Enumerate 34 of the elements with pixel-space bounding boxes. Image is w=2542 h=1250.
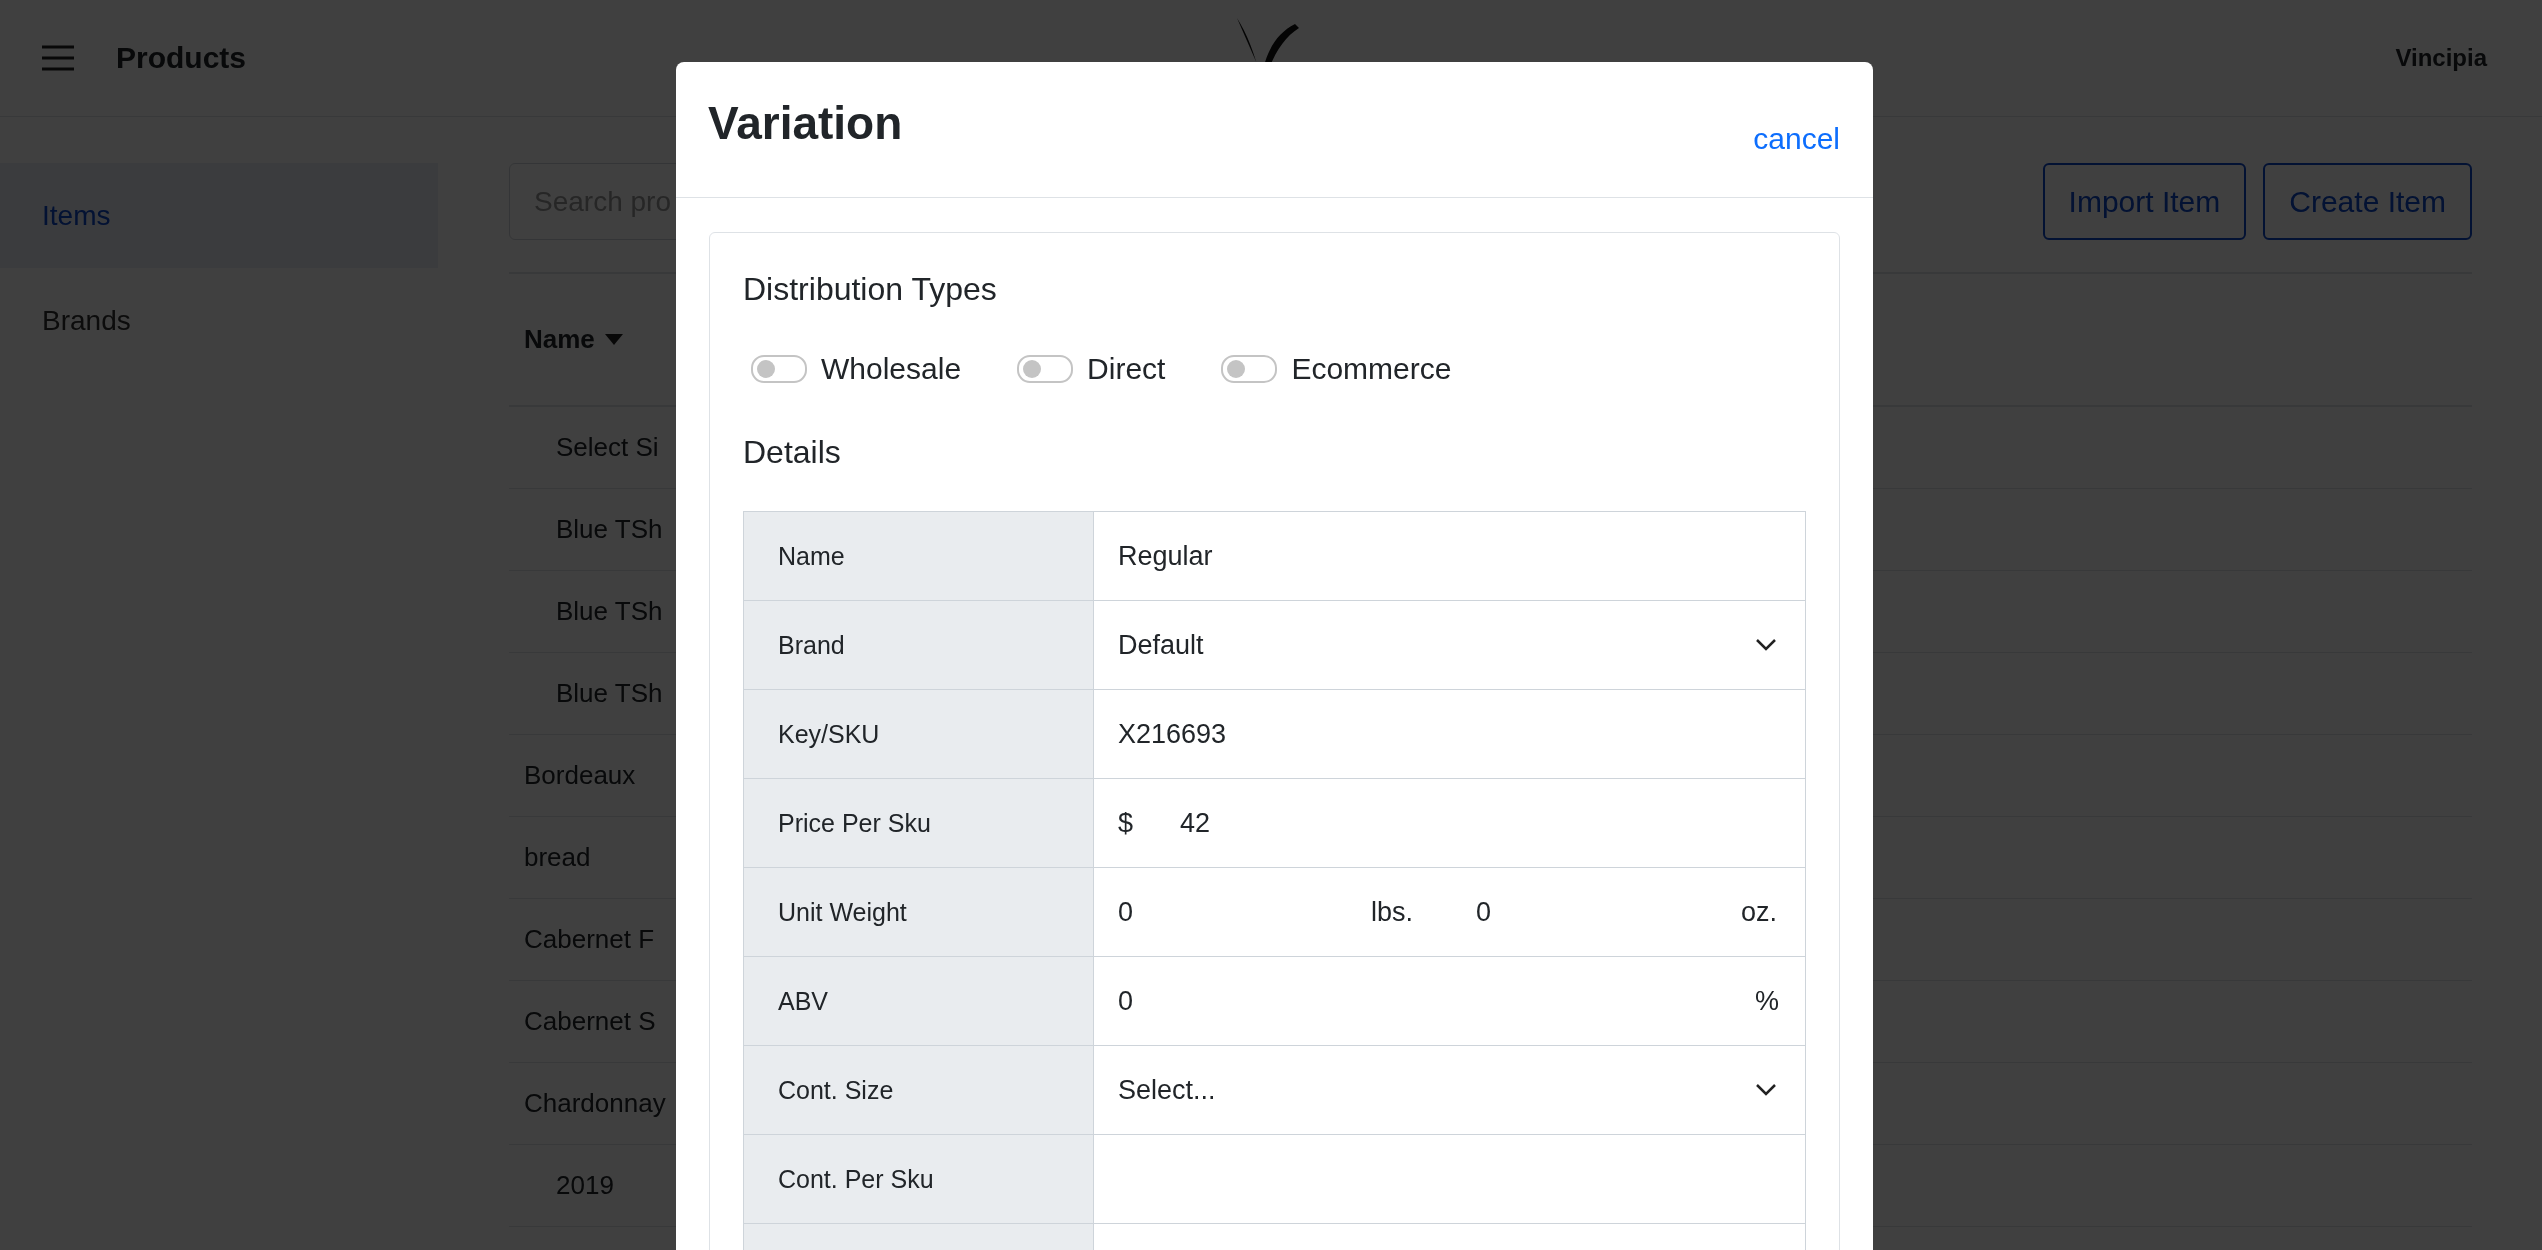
section-title: Details [743,434,842,471]
select-value: Select... [1118,1074,1216,1106]
label-cell: Brand [744,601,1094,689]
toggle-switch[interactable] [1017,355,1074,383]
field-value: 0 [1118,985,1134,1017]
section-title: Distribution Types [743,271,998,308]
unit-label: oz. [1741,896,1779,928]
unit-label: % [1755,985,1780,1017]
label-cell: Cont. Size [744,1046,1094,1134]
field-value: 0 [1476,896,1493,928]
modal-title: Variation [708,96,903,150]
label-cell: ABV [744,957,1094,1045]
toggle-label: Wholesale [821,352,962,386]
toggle-switch[interactable] [751,355,807,383]
field-value: X216693 [1118,718,1227,750]
chevron-down-icon [1755,638,1777,652]
label-cell: Cont. Per Sku [744,1135,1094,1223]
label-cell: Unit Weight [744,868,1094,956]
label-cell: Key/SKU [744,690,1094,778]
label-cell: Name [744,512,1094,600]
currency-symbol: $ [1118,807,1135,839]
label-cell: Price Per Sku [744,779,1094,867]
toggle-label: Ecommerce [1291,352,1452,386]
field-value: 0 [1118,896,1135,928]
unit-label: lbs. [1371,896,1415,928]
toggle-label: Direct [1087,352,1166,386]
toggle-switch[interactable] [1221,355,1278,383]
cancel-link[interactable]: cancel [1753,122,1840,156]
account-name: Vincipia [2395,44,2487,72]
select-value: Default [1118,629,1204,661]
field-value: 42 [1180,807,1211,839]
page-title: Products [116,41,247,75]
field-value: Regular [1118,540,1213,572]
chevron-down-icon [1755,1083,1777,1097]
